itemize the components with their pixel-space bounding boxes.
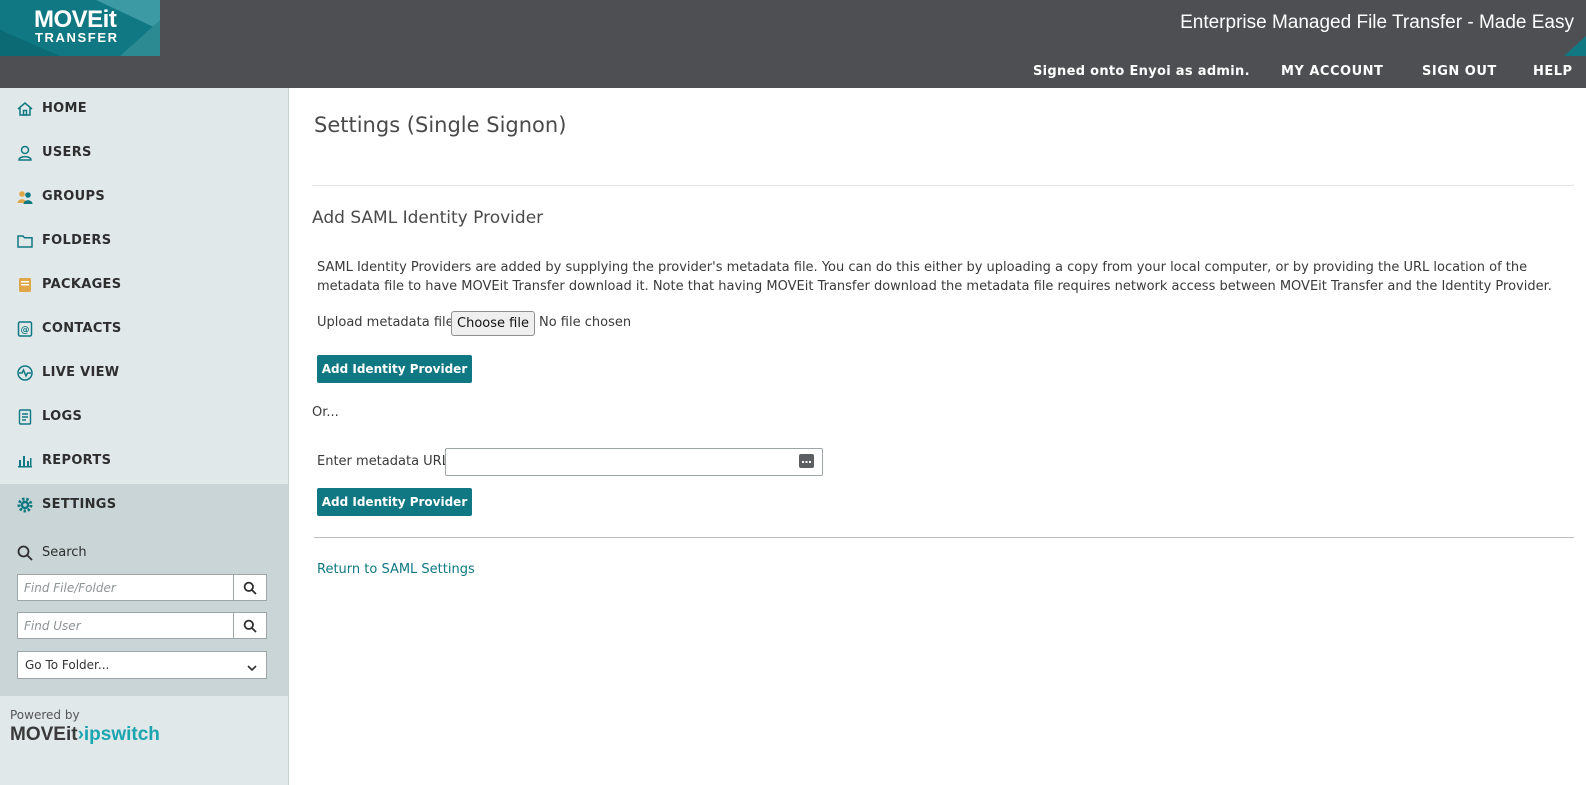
package-icon: [16, 276, 34, 294]
find-file-input[interactable]: [18, 575, 234, 600]
return-to-saml-settings-link[interactable]: Return to SAML Settings: [317, 562, 475, 577]
sidebar-item-packages[interactable]: PACKAGES: [0, 264, 288, 308]
sidebar-item-logs[interactable]: LOGS: [0, 396, 288, 440]
sidebar-item-label: PACKAGES: [42, 277, 122, 292]
sidebar-item-users[interactable]: USERS: [0, 132, 288, 176]
logo-facet: [120, 20, 160, 56]
brand-moveit-text: MOVEit: [10, 724, 78, 745]
section-title: Add SAML Identity Provider: [312, 208, 544, 228]
user-icon: [16, 144, 34, 162]
divider: [314, 537, 1574, 538]
home-icon: [16, 100, 34, 118]
sidebar-item-label: CONTACTS: [42, 321, 122, 336]
contacts-icon: @: [16, 320, 34, 338]
sidebar-item-label: USERS: [42, 145, 92, 160]
add-identity-provider-url-button[interactable]: Add Identity Provider: [317, 488, 472, 516]
divider: [312, 185, 1574, 186]
sidebar-item-label: HOME: [42, 101, 87, 116]
sidebar-item-label: FOLDERS: [42, 233, 112, 248]
sidebar-item-groups[interactable]: GROUPS: [0, 176, 288, 220]
logo-sub-text: TRANSFER: [35, 30, 119, 45]
my-account-link[interactable]: MY ACCOUNT: [1281, 64, 1383, 79]
sidebar-item-contacts[interactable]: @ CONTACTS: [0, 308, 288, 352]
top-header: MOVEit TRANSFER Enterprise Managed File …: [0, 0, 1586, 56]
group-icon: [16, 188, 34, 206]
upload-metadata-label: Upload metadata file:: [317, 315, 459, 330]
goto-folder-select[interactable]: Go To Folder...: [17, 651, 267, 679]
user-bar: Signed onto Enyoi as admin. MY ACCOUNT S…: [0, 56, 1586, 88]
metadata-url-input[interactable]: [446, 449, 786, 475]
sidebar-item-home[interactable]: HOME: [0, 88, 288, 132]
reports-icon: [16, 452, 34, 470]
gear-icon: [16, 496, 34, 514]
find-user-search-button[interactable]: [233, 613, 266, 638]
search-icon: [243, 581, 257, 595]
sidebar: HOME USERS GROUPS FOLDERS PACKAGES @ CON…: [0, 88, 289, 785]
find-file-search-button[interactable]: [233, 575, 266, 600]
folder-icon: [16, 232, 34, 250]
search-icon: [243, 619, 257, 633]
sidebar-item-label: LIVE VIEW: [42, 365, 120, 380]
metadata-url-field: [445, 448, 823, 476]
search-label: Search: [42, 545, 87, 560]
logs-icon: [16, 408, 34, 426]
ipswitch-brand-logo: MOVEit›ipswitch: [10, 724, 160, 746]
sidebar-item-label: LOGS: [42, 409, 83, 424]
sidebar-item-reports[interactable]: REPORTS: [0, 440, 288, 484]
page-title: Settings (Single Signon): [314, 113, 567, 137]
choose-file-button[interactable]: Choose file: [451, 311, 535, 336]
svg-text:@: @: [21, 326, 30, 336]
metadata-url-label: Enter metadata URL:: [317, 454, 454, 469]
description-text: SAML Identity Providers are added by sup…: [317, 260, 1552, 294]
keyboard-icon[interactable]: [799, 454, 814, 468]
sign-out-link[interactable]: SIGN OUT: [1422, 64, 1497, 79]
tagline: Enterprise Managed File Transfer - Made …: [1180, 12, 1574, 33]
logo-main-text: MOVEit: [34, 6, 117, 33]
sidebar-item-live-view[interactable]: LIVE VIEW: [0, 352, 288, 396]
help-link[interactable]: HELP: [1533, 64, 1573, 79]
goto-folder-value: Go To Folder...: [25, 658, 110, 672]
add-identity-provider-button[interactable]: Add Identity Provider: [317, 355, 472, 383]
corner-accent: [1564, 36, 1586, 56]
chevron-down-icon: [246, 659, 258, 678]
live-view-icon: [16, 364, 34, 382]
sidebar-item-folders[interactable]: FOLDERS: [0, 220, 288, 264]
brand-ipswitch-text: ipswitch: [83, 724, 160, 745]
sidebar-item-label: SETTINGS: [42, 497, 117, 512]
search-icon: [16, 544, 34, 562]
sidebar-item-settings[interactable]: SETTINGS: [0, 484, 288, 528]
sidebar-item-label: GROUPS: [42, 189, 105, 204]
powered-by-label: Powered by: [10, 708, 80, 722]
find-file-field: [17, 574, 267, 601]
file-status-text: No file chosen: [539, 315, 632, 330]
signed-in-status: Signed onto Enyoi as admin.: [1033, 64, 1250, 79]
or-separator-text: Or...: [312, 405, 339, 420]
find-user-input[interactable]: [18, 613, 234, 638]
sidebar-item-label: REPORTS: [42, 453, 112, 468]
moveit-logo[interactable]: MOVEit TRANSFER: [0, 0, 160, 56]
find-user-field: [17, 612, 267, 639]
